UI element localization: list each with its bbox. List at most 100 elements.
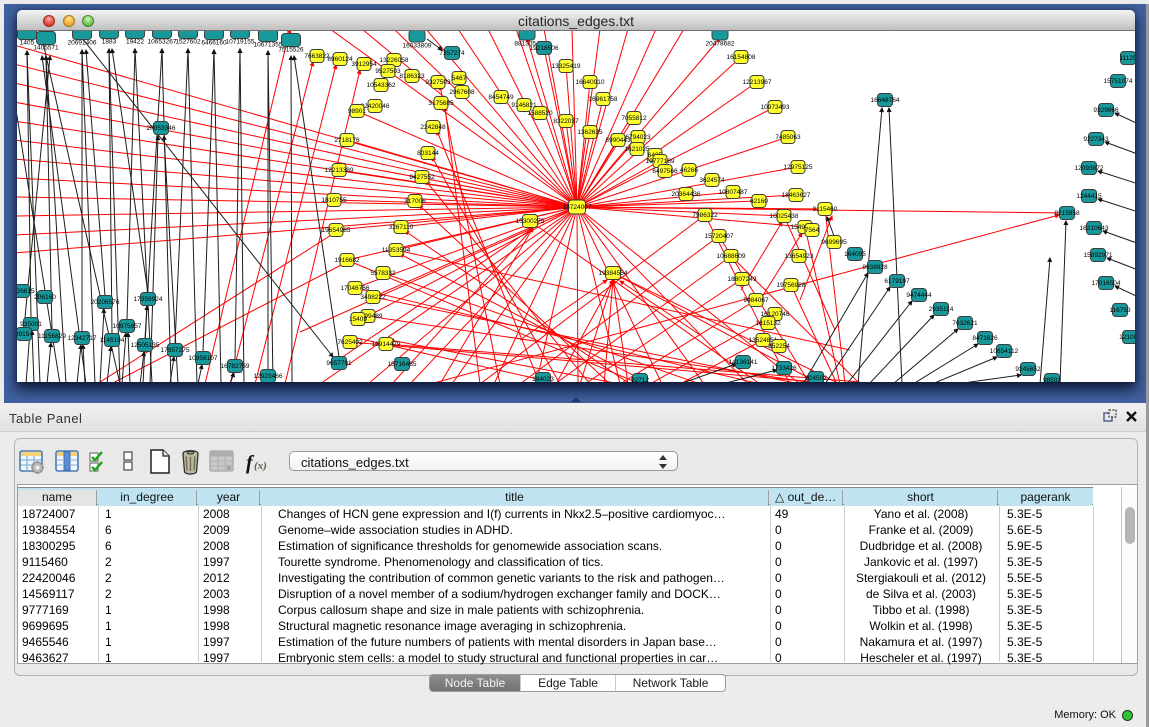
- svg-text:252254: 252254: [768, 343, 790, 350]
- svg-text:10688609: 10688609: [717, 253, 746, 260]
- svg-text:18463627: 18463627: [782, 192, 811, 199]
- svg-text:17359924: 17359924: [134, 296, 163, 303]
- svg-text:16648764: 16648764: [871, 97, 900, 104]
- svg-text:206160: 206160: [34, 294, 56, 301]
- svg-text:9474444: 9474444: [906, 292, 932, 299]
- svg-text:3498222: 3498222: [360, 294, 386, 301]
- svg-text:1527602: 1527602: [175, 39, 201, 46]
- svg-text:9427552: 9427552: [409, 174, 435, 181]
- svg-text:3175685: 3175685: [428, 100, 454, 107]
- svg-text:9699695: 9699695: [821, 239, 847, 246]
- svg-text:7564: 7564: [805, 227, 820, 234]
- svg-text:12505135: 12505135: [131, 342, 160, 349]
- svg-text:19422: 19422: [126, 39, 144, 46]
- svg-text:19218506: 19218506: [530, 45, 559, 52]
- svg-text:10654112: 10654112: [990, 348, 1019, 355]
- svg-text:18807249: 18807249: [728, 276, 757, 283]
- svg-text:17046766: 17046766: [341, 285, 370, 292]
- svg-text:10719155: 10719155: [226, 39, 255, 46]
- svg-text:8186323: 8186323: [399, 73, 425, 80]
- svg-text:12923466: 12923466: [254, 373, 283, 380]
- svg-text:6179197: 6179197: [884, 278, 910, 285]
- svg-text:1145194: 1145194: [100, 337, 125, 344]
- svg-text:7625402: 7625402: [337, 339, 363, 346]
- svg-text:16210643: 16210643: [1080, 225, 1109, 232]
- svg-text:12342717: 12342717: [68, 335, 97, 342]
- svg-text:7986322: 7986322: [692, 212, 718, 219]
- svg-text:2242848: 2242848: [420, 124, 446, 131]
- svg-text:6497566: 6497566: [652, 168, 678, 175]
- svg-text:6466160: 6466160: [201, 40, 227, 47]
- svg-text:15720407: 15720407: [705, 233, 734, 240]
- svg-text:20364436: 20364436: [672, 191, 701, 198]
- svg-text:9084067: 9084067: [743, 297, 769, 304]
- svg-text:9227343: 9227343: [1083, 136, 1109, 143]
- svg-text:62160: 62160: [750, 198, 768, 205]
- svg-text:7485063: 7485063: [775, 134, 801, 141]
- svg-text:16640910: 16640910: [576, 79, 605, 86]
- svg-text:2935114: 2935114: [929, 306, 954, 313]
- svg-text:9329966: 9329966: [1093, 107, 1119, 114]
- svg-text:803144: 803144: [417, 150, 439, 157]
- svg-text:8471626: 8471626: [972, 335, 998, 342]
- svg-text:1244415: 1244415: [1076, 193, 1102, 200]
- svg-text:3267110: 3267110: [389, 224, 414, 231]
- svg-text:9146821: 9146821: [511, 102, 537, 109]
- svg-text:11353594: 11353594: [382, 247, 411, 254]
- svg-text:1883: 1883: [102, 39, 117, 46]
- svg-text:3624574: 3624574: [699, 177, 725, 184]
- svg-text:8454749: 8454749: [488, 94, 514, 101]
- svg-text:12093872: 12093872: [1075, 165, 1104, 172]
- svg-text:13654923: 13654923: [785, 253, 814, 260]
- svg-text:39154: 39154: [17, 331, 33, 338]
- svg-text:19384554: 19384554: [599, 270, 628, 277]
- svg-text:98503: 98503: [1043, 377, 1061, 382]
- svg-text:935001: 935001: [20, 321, 42, 328]
- svg-text:1810755: 1810755: [321, 197, 347, 204]
- svg-text:9115460: 9115460: [813, 206, 838, 213]
- svg-text:12213389: 12213389: [325, 167, 354, 174]
- svg-text:1362635: 1362635: [577, 129, 603, 136]
- svg-text:16033809: 16033809: [403, 43, 432, 50]
- svg-text:5578332: 5578332: [370, 270, 396, 277]
- svg-text:164095: 164095: [844, 251, 866, 258]
- svg-text:14136141: 14136141: [729, 359, 758, 366]
- svg-text:8215958: 8215958: [1054, 210, 1080, 217]
- svg-text:116753: 116753: [1109, 307, 1131, 314]
- svg-text:6794023: 6794023: [625, 134, 651, 141]
- svg-text:11156829: 11156829: [38, 333, 66, 340]
- svg-text:317006: 317006: [404, 198, 426, 205]
- svg-text:16914479: 16914479: [372, 341, 401, 348]
- svg-text:2526615: 2526615: [17, 288, 35, 295]
- svg-text:15300275: 15300275: [516, 218, 545, 225]
- svg-text:17957275: 17957275: [161, 347, 190, 354]
- svg-text:20691406: 20691406: [68, 40, 97, 47]
- svg-text:12213967: 12213967: [743, 79, 772, 86]
- svg-text:16154808: 16154808: [727, 54, 756, 61]
- svg-text:20478682: 20478682: [706, 41, 735, 48]
- svg-text:10653267: 10653267: [148, 39, 177, 46]
- svg-text:98901: 98901: [348, 108, 366, 115]
- svg-text:16961758: 16961758: [589, 96, 618, 103]
- svg-text:1405571: 1405571: [33, 45, 59, 52]
- svg-text:121005: 121005: [1119, 334, 1135, 341]
- svg-text:9657791: 9657791: [326, 360, 352, 367]
- svg-text:92712: 92712: [631, 377, 649, 382]
- svg-text:8960124: 8960124: [327, 56, 353, 63]
- svg-text:8938928: 8938928: [862, 264, 888, 271]
- svg-text:15716485: 15716485: [388, 361, 417, 368]
- svg-text:13325419: 13325419: [552, 63, 581, 70]
- svg-text:10973493: 10973493: [761, 104, 790, 111]
- svg-text:13226058: 13226058: [380, 57, 409, 64]
- svg-text:46266: 46266: [680, 167, 698, 174]
- svg-text:1916682: 1916682: [334, 257, 360, 264]
- svg-text:17016504: 17016504: [1092, 280, 1121, 287]
- svg-text:7357274: 7357274: [439, 50, 465, 57]
- svg-text:2718176: 2718176: [334, 137, 360, 144]
- svg-text:12975125: 12975125: [784, 164, 813, 171]
- svg-text:15892971: 15892971: [1084, 252, 1113, 259]
- svg-text:19756928: 19756928: [777, 282, 806, 289]
- svg-text:7632621: 7632621: [952, 320, 978, 327]
- svg-text:1588520: 1588520: [527, 110, 553, 117]
- svg-text:1621025: 1621025: [624, 146, 650, 153]
